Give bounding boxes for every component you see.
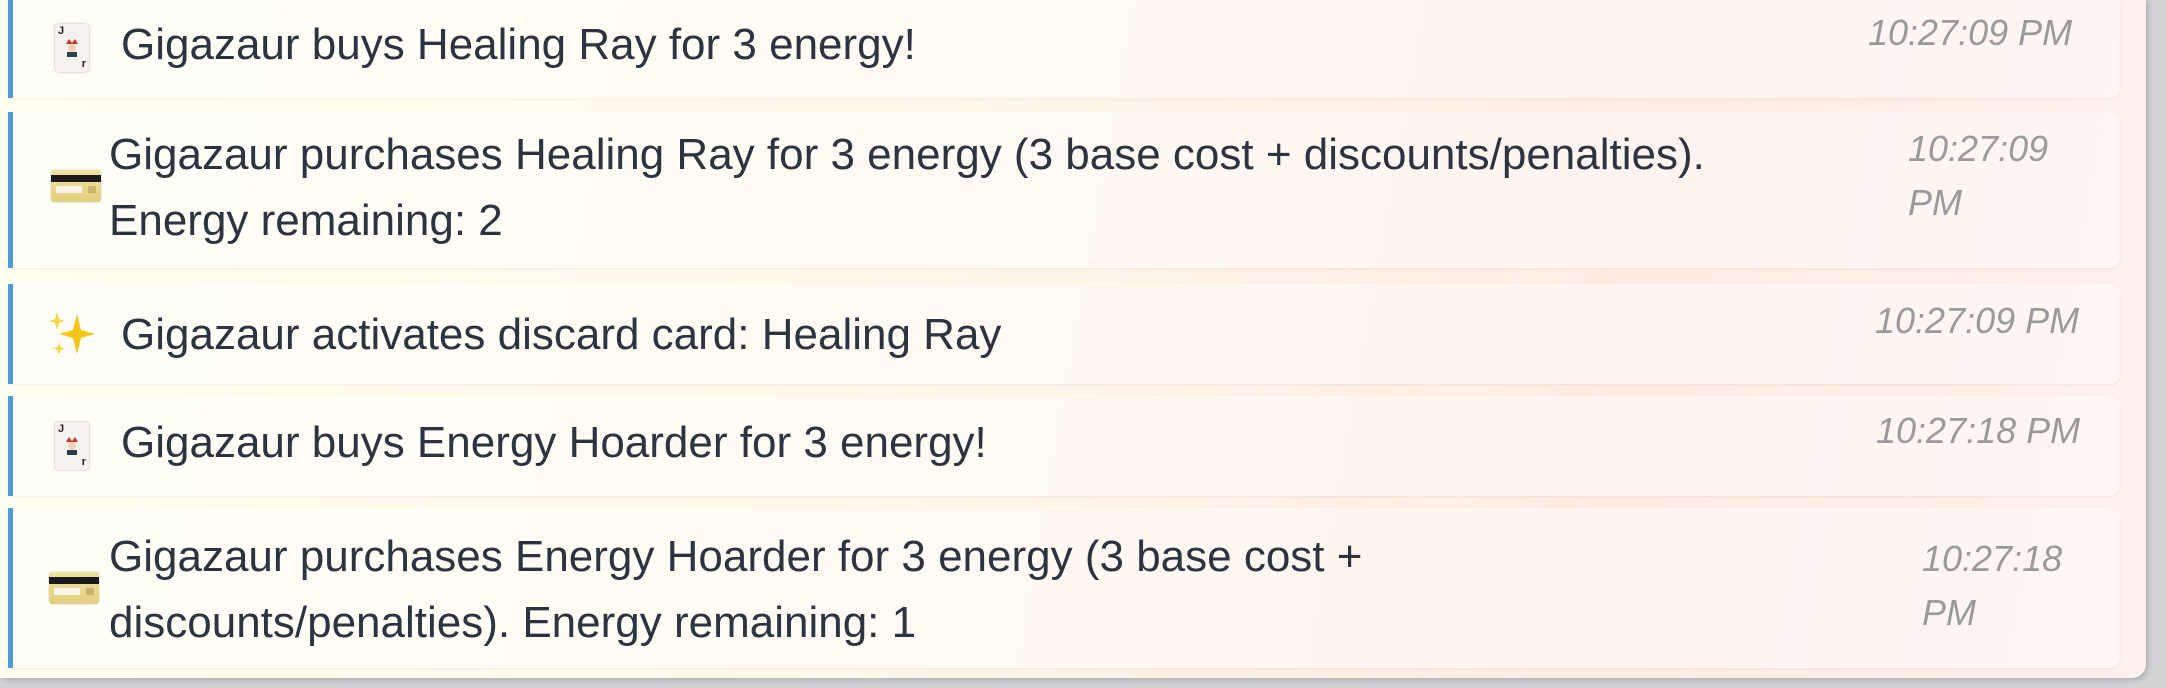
log-message: Energy remaining: 2 (109, 196, 503, 245)
log-timestamp: 10:27:09 PM (1875, 300, 2080, 341)
log-message: Gigazaur activates discard card: Healing… (121, 310, 1002, 359)
log-timestamp: 10:27:18 PM (1876, 410, 2081, 451)
joker-card-icon: J r (55, 422, 89, 470)
log-entry: Gigazaur purchases Energy Hoarder for 3 … (8, 508, 2120, 668)
log-entry: J r Gigazaur buys Energy Hoarder for 3 e… (8, 396, 2120, 496)
log-message: discounts/penalties). Energy remaining: … (109, 598, 917, 647)
log-entry: Gigazaur activates discard card: Healing… (8, 284, 2120, 384)
log-message: Gigazaur purchases Energy Hoarder for 3 … (109, 532, 1363, 581)
log-timestamp: 10:27:18 (1922, 538, 2063, 579)
log-timestamp: PM (1908, 182, 1962, 223)
log-timestamp: PM (1922, 592, 1976, 633)
log-timestamp: 10:27:09 (1908, 128, 2049, 169)
log-message: Gigazaur buys Healing Ray for 3 energy! (121, 20, 916, 69)
credit-card-icon (49, 572, 99, 604)
log-entry: J r Gigazaur buys Healing Ray for 3 ener… (8, 0, 2120, 98)
credit-card-icon (51, 170, 101, 202)
log-message: Gigazaur purchases Healing Ray for 3 ene… (109, 130, 1705, 179)
log-entry: Gigazaur purchases Healing Ray for 3 ene… (8, 112, 2120, 268)
game-log-panel: J r Gigazaur buys Healing Ray for 3 ener… (0, 0, 2146, 678)
log-message: Gigazaur buys Energy Hoarder for 3 energ… (121, 418, 987, 467)
log-timestamp: 10:27:09 PM (1868, 12, 2073, 53)
joker-card-icon: J r (55, 24, 89, 72)
sparkles-icon (47, 308, 99, 360)
